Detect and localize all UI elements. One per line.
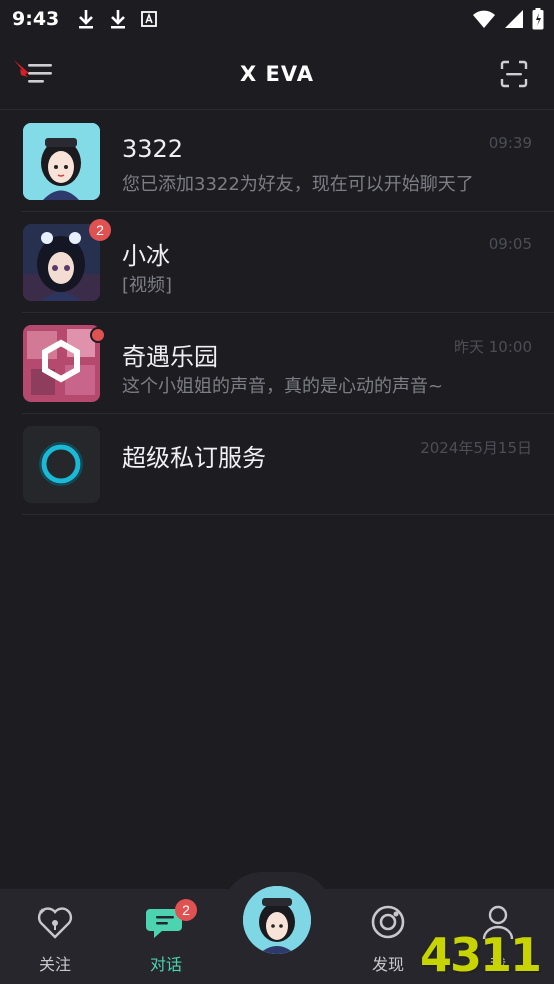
discover-icon (371, 905, 405, 939)
tab-discover[interactable]: 发现 (348, 903, 428, 975)
status-bar: 9:43 (0, 0, 554, 38)
watermark-logo: 4311 (419, 928, 542, 982)
chat-time: 2024年5月15日 (420, 439, 532, 457)
app-header: X EVA (0, 38, 554, 110)
center-avatar-button[interactable] (243, 886, 311, 954)
chat-list: 3322 您已添加3322为好友，现在可以开始聊天了 09:39 2 小冰 [视… (0, 111, 554, 515)
avatar[interactable] (23, 325, 100, 402)
unread-badge: 2 (89, 219, 111, 241)
chat-item[interactable]: 2 小冰 [视频] 09:05 (22, 212, 554, 313)
chat-preview: 您已添加3322为好友，现在可以开始聊天了 (122, 174, 474, 195)
status-time: 9:43 (12, 8, 60, 30)
battery-icon (532, 8, 544, 35)
chat-preview: 这个小姐姐的声音，真的是心动的声音~ (122, 376, 444, 397)
chat-preview: [视频] (122, 275, 173, 296)
chat-item[interactable]: 3322 您已添加3322为好友，现在可以开始聊天了 09:39 (22, 111, 554, 212)
chat-item[interactable]: 超级私订服务 2024年5月15日 (22, 414, 554, 515)
tab-label: 发现 (371, 955, 404, 974)
avatar[interactable] (23, 224, 100, 301)
app-notification-icon (141, 11, 158, 27)
tab-follow[interactable]: 关注 (15, 903, 95, 975)
chat-item[interactable]: 奇遇乐园 这个小姐姐的声音，真的是心动的声音~ 昨天 10:00 (22, 313, 554, 414)
tab-chat[interactable]: 2 对话 (126, 899, 206, 975)
scan-icon (500, 60, 528, 88)
heart-lock-icon (37, 907, 73, 939)
avatar[interactable] (23, 426, 100, 503)
unread-dot (90, 327, 106, 343)
chat-name: 超级私订服务 (122, 444, 266, 472)
avatar[interactable] (23, 123, 100, 200)
tab-label: 关注 (38, 955, 71, 974)
download-icon (109, 9, 127, 29)
chat-time: 09:39 (488, 134, 532, 152)
wifi-icon (472, 9, 496, 34)
app-title: X EVA (240, 62, 314, 86)
chat-name: 奇遇乐园 (122, 343, 218, 371)
tab-badge: 2 (175, 899, 197, 921)
chat-time: 09:05 (488, 235, 532, 253)
signal-icon (504, 9, 524, 34)
chat-name: 3322 (122, 135, 184, 163)
download-icon (77, 9, 95, 29)
chat-name: 小冰 (122, 242, 170, 270)
tab-label: 对话 (149, 955, 182, 974)
chat-time: 昨天 10:00 (454, 338, 532, 356)
scan-button[interactable] (500, 60, 528, 88)
